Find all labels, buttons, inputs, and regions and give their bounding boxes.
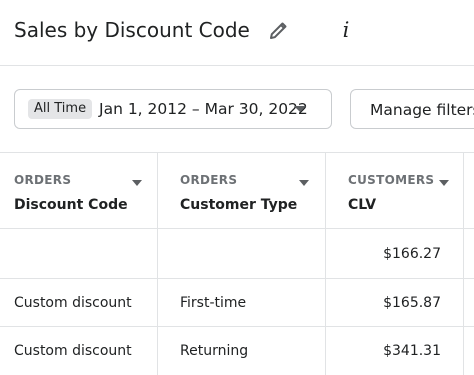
table-header-row: ORDERS Discount Code ORDERS Customer Typ… xyxy=(0,153,474,229)
table-row: Custom discount First-time $165.87 xyxy=(0,279,474,327)
column-name: Customer Type xyxy=(180,197,298,213)
date-range-badge: All Time xyxy=(28,99,93,119)
table-cell xyxy=(464,327,474,375)
column-header-overflow xyxy=(464,153,474,228)
summary-cell: $166.27 xyxy=(326,229,464,278)
summary-row: $166.27 xyxy=(0,229,474,279)
table-row: Custom discount Returning $341.31 xyxy=(0,327,474,375)
info-icon[interactable]: i xyxy=(339,16,353,44)
column-name: Discount Code xyxy=(14,197,128,213)
table-cell: $165.87 xyxy=(326,279,464,326)
column-name: CLV xyxy=(348,197,377,213)
summary-clv: $166.27 xyxy=(383,246,441,262)
chevron-down-icon[interactable] xyxy=(439,180,449,186)
discount-code-value: Custom discount xyxy=(14,343,132,359)
table-cell: Returning xyxy=(158,327,326,375)
report-table: ORDERS Discount Code ORDERS Customer Typ… xyxy=(0,152,474,375)
column-header-customer-type[interactable]: ORDERS Customer Type xyxy=(158,153,326,228)
summary-cell xyxy=(0,229,158,278)
customer-type-value: Returning xyxy=(180,343,249,359)
pencil-icon[interactable] xyxy=(267,18,291,42)
clv-value: $341.31 xyxy=(383,343,441,359)
table-cell: First-time xyxy=(158,279,326,326)
column-header-clv[interactable]: CUSTOMERS CLV xyxy=(326,153,464,228)
date-range-text: Jan 1, 2012 – Mar 30, 2022 xyxy=(99,100,308,118)
column-group-label: ORDERS xyxy=(14,173,72,187)
column-group-label: CUSTOMERS xyxy=(348,173,435,187)
discount-code-value: Custom discount xyxy=(14,295,132,311)
manage-filters-button[interactable]: Manage filters xyxy=(350,89,474,129)
manage-filters-label: Manage filters xyxy=(370,101,474,119)
chevron-down-icon[interactable] xyxy=(299,180,309,186)
chevron-down-icon[interactable] xyxy=(132,180,142,186)
table-cell: Custom discount xyxy=(0,327,158,375)
page-header: Sales by Discount Code i xyxy=(0,0,474,66)
summary-cell xyxy=(464,229,474,278)
page-title: Sales by Discount Code xyxy=(14,18,250,42)
column-group-label: ORDERS xyxy=(180,173,238,187)
summary-cell xyxy=(158,229,326,278)
clv-value: $165.87 xyxy=(383,295,441,311)
column-header-discount-code[interactable]: ORDERS Discount Code xyxy=(0,153,158,228)
date-range-picker[interactable]: All Time Jan 1, 2012 – Mar 30, 2022 xyxy=(14,89,332,129)
customer-type-value: First-time xyxy=(180,295,247,311)
table-cell: $341.31 xyxy=(326,327,464,375)
table-cell xyxy=(464,279,474,326)
chevron-down-icon xyxy=(294,106,306,112)
table-cell: Custom discount xyxy=(0,279,158,326)
